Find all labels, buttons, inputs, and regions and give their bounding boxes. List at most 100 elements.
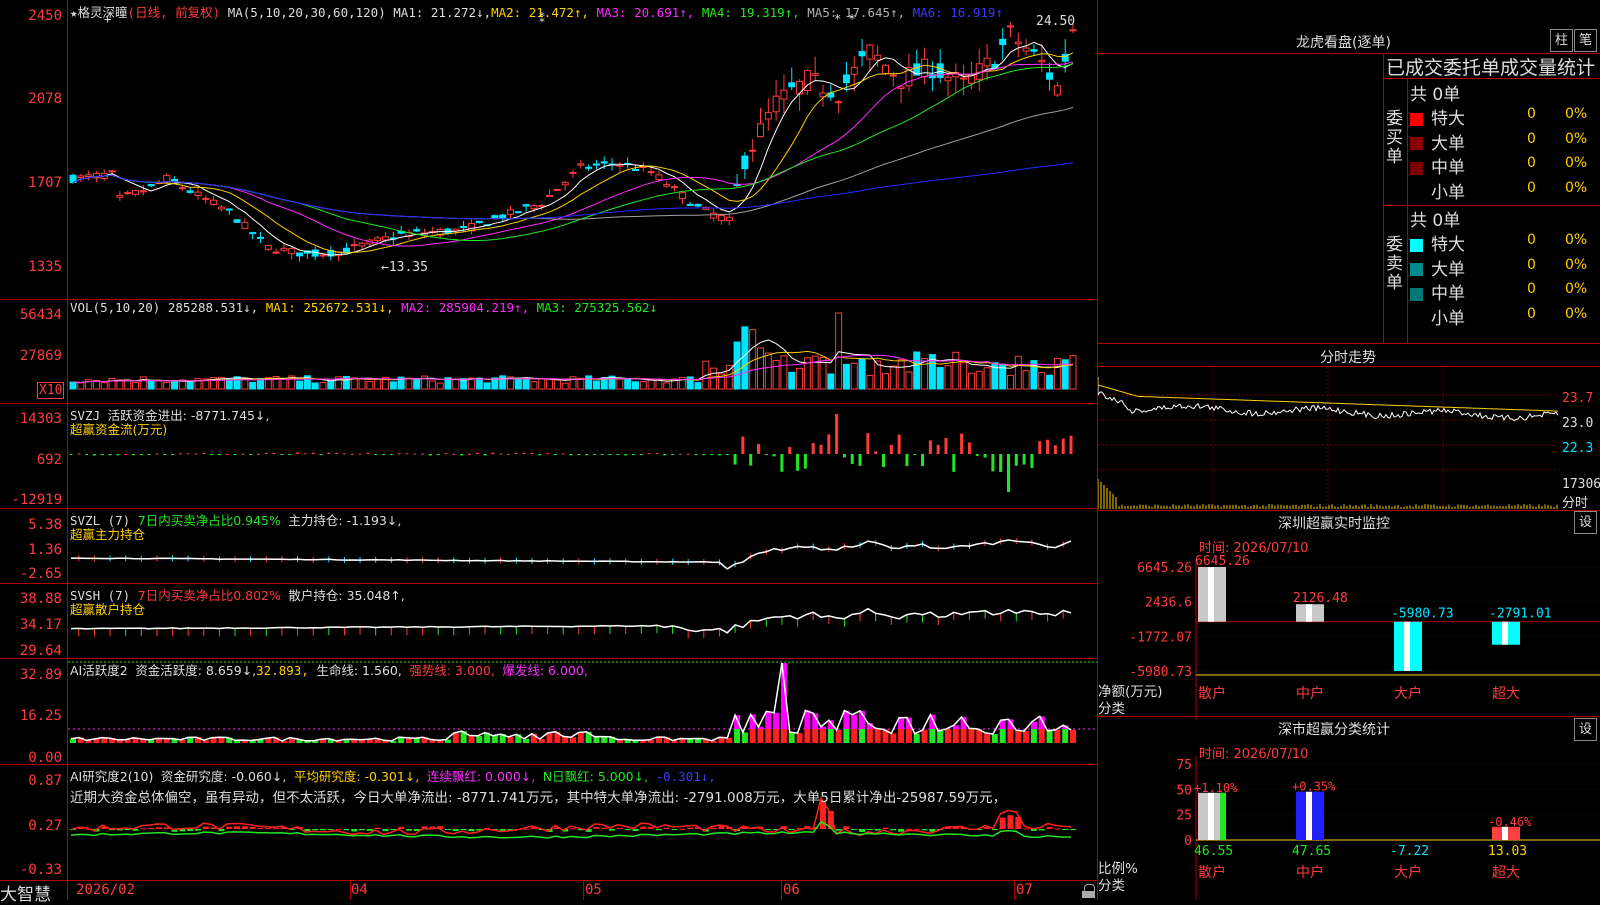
flow-bar bbox=[780, 454, 783, 472]
volume-bar bbox=[172, 382, 178, 389]
order-count: 0 bbox=[1527, 281, 1536, 297]
volume-bar bbox=[812, 356, 818, 389]
intraday-chart[interactable] bbox=[1098, 367, 1600, 509]
flow-bar bbox=[960, 434, 963, 454]
candle-body bbox=[109, 171, 115, 172]
buy-row-1: 大单00% bbox=[1410, 129, 1600, 154]
activity-bar bbox=[578, 732, 584, 743]
volume-bar bbox=[968, 373, 974, 389]
candle-body bbox=[234, 220, 240, 223]
vol-legend: VOL(5,10,20) 285288.531↓, MA1: 252672.53… bbox=[70, 300, 657, 315]
flow-bar bbox=[648, 453, 651, 454]
change-label: +1.10% bbox=[1194, 781, 1238, 795]
tick-view-button[interactable]: 笔 bbox=[1574, 29, 1597, 52]
flow-bar bbox=[734, 454, 737, 465]
research-bar bbox=[765, 829, 771, 830]
candle-body bbox=[1000, 39, 1006, 44]
candle-body bbox=[351, 245, 357, 246]
app-brand-logo[interactable]: 大智慧 bbox=[0, 880, 51, 905]
bar-highlight bbox=[1306, 792, 1312, 840]
volume-bar bbox=[453, 379, 459, 389]
flow-bar bbox=[452, 454, 455, 455]
activity-bar bbox=[1070, 730, 1076, 743]
research-bar bbox=[1008, 815, 1014, 829]
candle-body bbox=[875, 55, 881, 60]
volume-unit-box: X10 bbox=[37, 382, 64, 399]
flow-bar bbox=[304, 453, 307, 454]
flow-bar bbox=[484, 454, 487, 455]
event-marker[interactable]: + bbox=[104, 12, 111, 26]
volume-bar bbox=[578, 378, 584, 389]
volume-bar bbox=[945, 366, 951, 389]
ai1-legend: AI活跃度2 资金活跃度: 8.659↓,32.893, 生命线: 1.560,… bbox=[70, 660, 588, 679]
net-amount-bar-chart[interactable]: 6645.26散户2126.48中户-5980.73大户-2791.01超大66… bbox=[1098, 550, 1600, 720]
volume-bar bbox=[554, 380, 560, 389]
candle-body bbox=[789, 83, 795, 87]
volume-bar bbox=[640, 381, 646, 389]
flow-bar bbox=[187, 453, 190, 454]
color-swatch bbox=[1410, 312, 1423, 325]
y-tick: 34.17 bbox=[0, 617, 62, 633]
research-bar bbox=[867, 829, 873, 830]
x-tick: 05 bbox=[585, 882, 602, 898]
bar-highlight bbox=[1404, 622, 1410, 671]
candle-body bbox=[679, 193, 685, 199]
color-swatch bbox=[1410, 288, 1423, 301]
candle-body bbox=[242, 222, 248, 228]
candle-body bbox=[687, 204, 693, 205]
classify-settings-button[interactable]: 设 bbox=[1574, 718, 1597, 741]
candle-body bbox=[554, 189, 560, 190]
x-tick-mark bbox=[583, 880, 584, 900]
volume-bar bbox=[1047, 375, 1053, 389]
flow-bar bbox=[663, 454, 666, 455]
color-swatch bbox=[1410, 186, 1423, 199]
activity-bar bbox=[593, 737, 599, 743]
candle-body bbox=[195, 192, 201, 195]
activity-bar bbox=[914, 734, 920, 743]
order-count: 0 bbox=[1527, 131, 1536, 147]
research-bar bbox=[351, 829, 357, 832]
volume-bar bbox=[617, 379, 623, 389]
flow-bar bbox=[382, 454, 385, 455]
candle-body bbox=[648, 172, 654, 173]
monitor-settings-button[interactable]: 设 bbox=[1574, 511, 1597, 534]
candle-body bbox=[1008, 26, 1014, 27]
flow-bar bbox=[538, 454, 541, 455]
candle-body bbox=[797, 81, 803, 94]
y-tick: 38.88 bbox=[0, 591, 62, 607]
svzl-title: 超赢主力持仓 bbox=[70, 524, 145, 543]
ratio-value-label: -7.22 bbox=[1390, 844, 1429, 859]
volume-bar bbox=[789, 372, 795, 389]
flow-bar bbox=[554, 454, 557, 455]
volume-bar bbox=[953, 352, 959, 389]
order-count: 0 bbox=[1527, 180, 1536, 196]
candle-body bbox=[179, 188, 185, 189]
bar-value-label: 2126.48 bbox=[1293, 591, 1348, 606]
research-bar bbox=[445, 829, 451, 830]
volume-bar bbox=[1015, 356, 1021, 389]
kline-panel[interactable] bbox=[68, 0, 1097, 299]
x-tick-mark bbox=[781, 880, 782, 900]
research-bar bbox=[851, 829, 857, 830]
volume-bar bbox=[250, 382, 256, 389]
bar-value-label: -5980.73 bbox=[1391, 607, 1454, 622]
candle-body bbox=[695, 204, 701, 206]
ratio-bar-chart[interactable]: 7550250+1.10%46.55散户+0.35%47.65中户-7.22大户… bbox=[1098, 756, 1600, 900]
y-tick: -0.33 bbox=[0, 862, 62, 878]
activity-bar bbox=[820, 729, 826, 743]
bar-view-button[interactable]: 柱 bbox=[1550, 29, 1573, 52]
flow-bar bbox=[1015, 454, 1018, 466]
volume-bar bbox=[414, 379, 420, 389]
event-marker[interactable]: ⁑ bbox=[539, 12, 545, 26]
event-marker[interactable]: * * bbox=[834, 12, 856, 26]
volume-bar bbox=[328, 381, 334, 389]
research-bar bbox=[656, 829, 662, 830]
volume-chart[interactable] bbox=[68, 300, 1097, 403]
activity-bar bbox=[656, 737, 662, 743]
flow-bar bbox=[327, 453, 330, 454]
volume-bar bbox=[109, 378, 115, 389]
volume-bar bbox=[914, 352, 920, 389]
volume-bar bbox=[828, 374, 834, 389]
candle-body bbox=[562, 182, 568, 185]
candle-body bbox=[320, 255, 326, 256]
